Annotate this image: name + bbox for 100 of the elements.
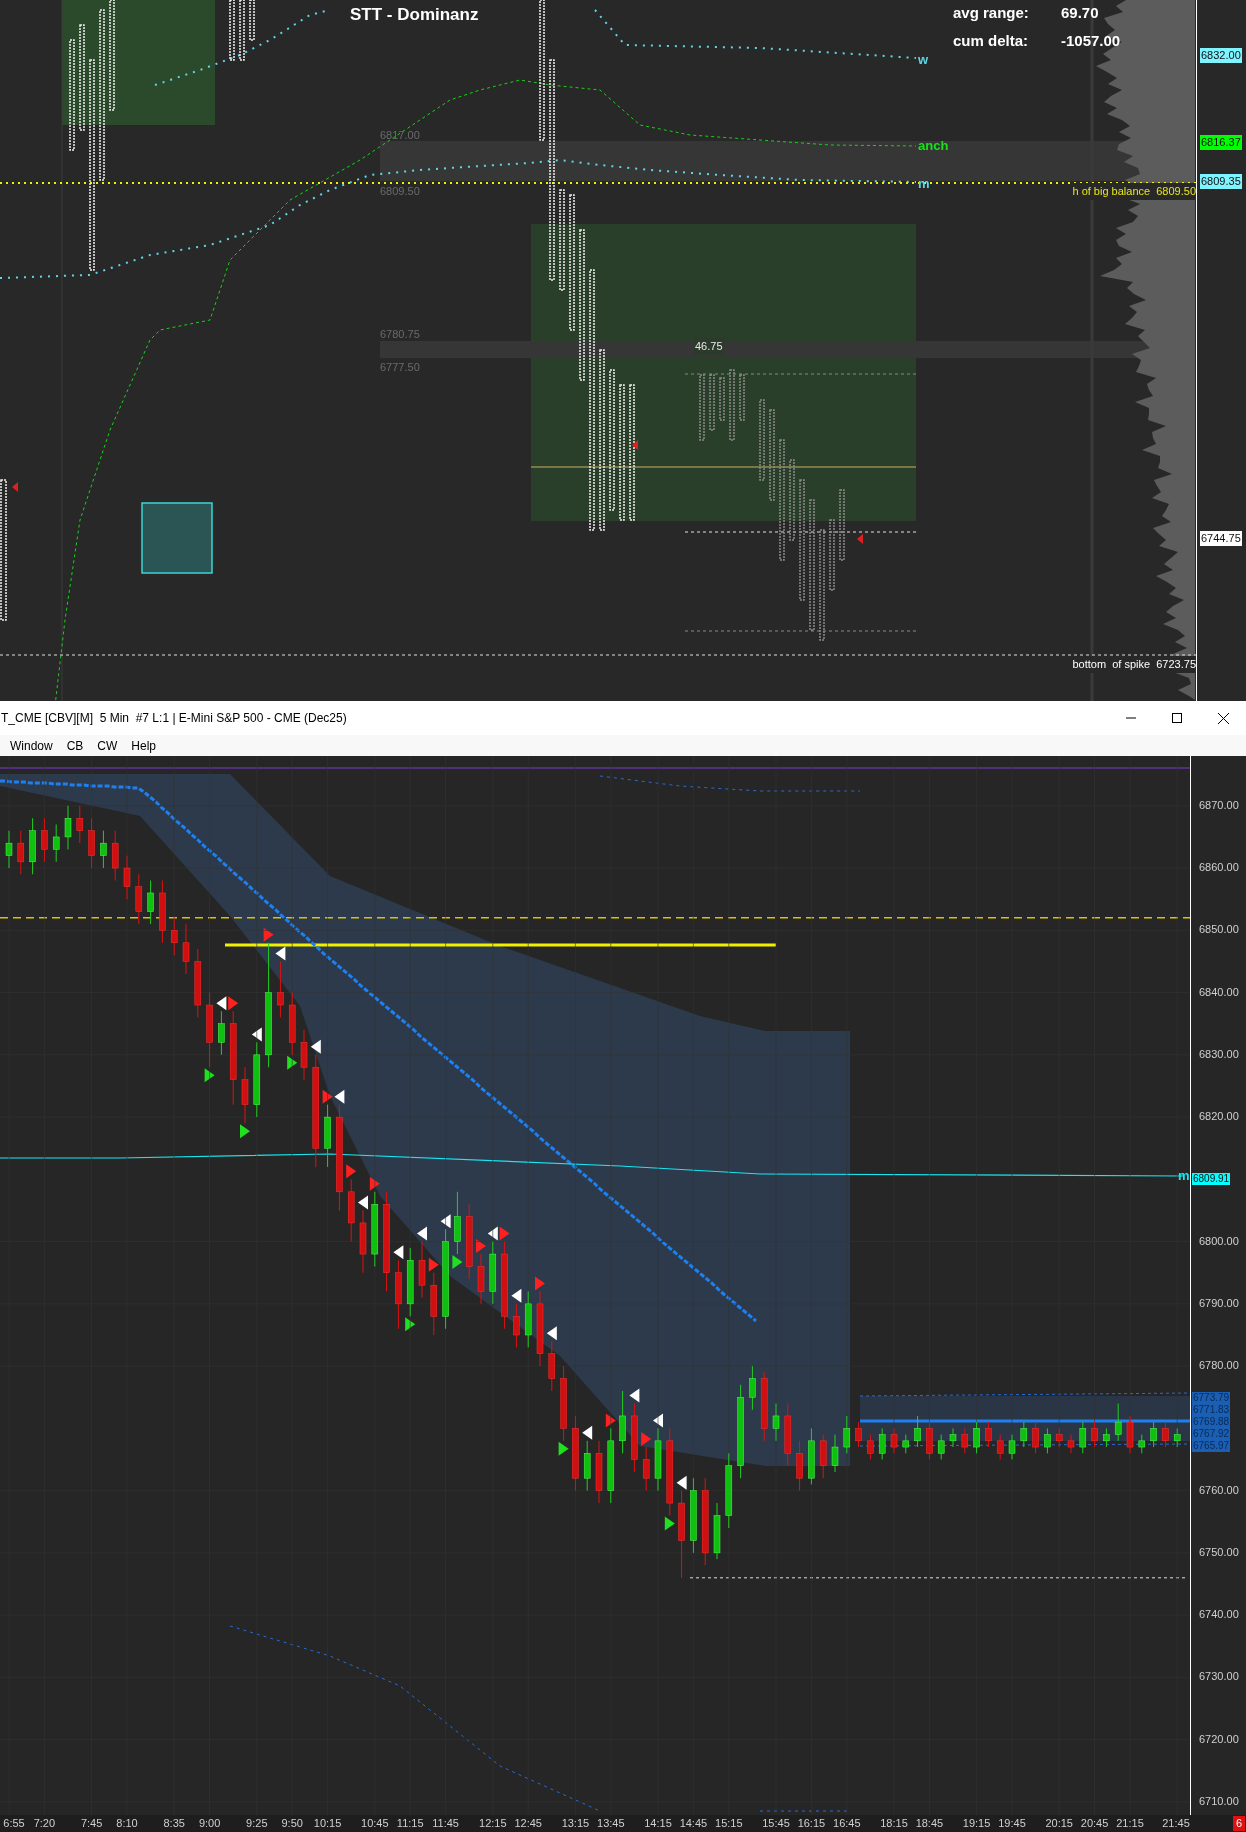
candlestick <box>1114 1402 1122 1442</box>
signal-arrow <box>405 1317 416 1332</box>
signal-arrow <box>664 1516 675 1531</box>
line-label: w <box>918 51 929 69</box>
stat-value: 69.70 <box>1061 3 1099 23</box>
menu-item[interactable]: CB <box>61 736 89 755</box>
candlestick <box>843 1415 851 1454</box>
candlestick <box>218 1010 225 1056</box>
time-label: 6:55 <box>3 1816 25 1831</box>
price-tag: 6809.35 <box>1200 174 1242 189</box>
candlestick <box>772 1402 780 1442</box>
axis-label: 6740.00 <box>1199 1608 1239 1622</box>
time-label: 19:15 <box>962 1816 991 1831</box>
candlestick <box>76 805 84 844</box>
time-label: 14:15 <box>644 1816 672 1831</box>
signal-arrow <box>511 1288 522 1303</box>
price-tag: 6832.00 <box>1200 48 1242 63</box>
menu-item[interactable]: Window <box>5 736 58 755</box>
candlestick <box>749 1365 756 1411</box>
candlestick <box>642 1446 650 1492</box>
signal-arrow <box>346 1164 357 1179</box>
candlestick <box>123 855 131 900</box>
close-icon <box>1217 712 1229 724</box>
candlestick <box>1044 1427 1051 1454</box>
candlestick <box>170 917 178 956</box>
tpo-column <box>829 519 835 591</box>
signal-arrow <box>499 1226 510 1241</box>
candlestick <box>867 1434 874 1461</box>
candlestick <box>949 1427 957 1448</box>
time-label: 13:15 <box>561 1816 590 1831</box>
menu-item[interactable]: CW <box>92 736 123 755</box>
axis-label: 6720.00 <box>1199 1732 1239 1746</box>
signal-arrow <box>334 1089 345 1104</box>
candlestick <box>1020 1421 1028 1448</box>
candlestick <box>973 1421 980 1454</box>
axis-label: 6840.00 <box>1199 985 1239 999</box>
menu-item[interactable]: Help <box>126 736 162 755</box>
line-label: m <box>918 175 930 193</box>
axis-label: 6750.00 <box>1199 1545 1239 1559</box>
time-label: 10:45 <box>361 1816 389 1831</box>
triangle-marker <box>12 482 18 492</box>
time-label: 13:45 <box>597 1816 625 1831</box>
candlestick <box>100 830 107 869</box>
candlestick <box>5 830 13 869</box>
axis-label: 6730.00 <box>1199 1670 1239 1684</box>
line-label: anch <box>918 137 949 155</box>
candlestick <box>1008 1434 1016 1461</box>
tpo-column <box>739 374 745 421</box>
tpo-column <box>249 0 255 41</box>
time-label: 7:45 <box>80 1816 103 1831</box>
level-label: 6780.75 <box>380 327 420 342</box>
tpo-column <box>709 374 715 431</box>
signal-arrow <box>546 1326 557 1341</box>
time-label: 18:15 <box>880 1816 908 1831</box>
candlestick <box>878 1427 886 1461</box>
time-label: 19:45 <box>998 1816 1026 1831</box>
signal-arrow <box>263 927 274 942</box>
annotation-label: bottom of spike 6723.75 <box>1072 656 1196 673</box>
signal-arrow <box>417 1226 427 1241</box>
signal-arrow <box>393 1245 404 1260</box>
alert-badge: 6 <box>1232 1816 1245 1831</box>
axis-label: 6850.00 <box>1199 923 1239 937</box>
axis-label: 6790.00 <box>1199 1296 1239 1310</box>
candlestick <box>1173 1427 1181 1448</box>
triangle-marker <box>857 534 863 544</box>
signal-arrow <box>428 1257 439 1272</box>
axis-label: 6860.00 <box>1199 861 1239 875</box>
candlestick <box>64 805 72 850</box>
candlestick <box>147 880 154 925</box>
window-title: T_CME [CBV][M] 5 Min #7 L:1 | E-Mini S&P 500 - CME (Dec25) <box>0 710 348 727</box>
level-label: 6809.50 <box>380 184 420 199</box>
time-label: 21:15 <box>1116 1816 1144 1831</box>
time-label: 9:25 <box>246 1816 268 1831</box>
signal-arrow <box>676 1475 687 1490</box>
axis-label: 6710.00 <box>1199 1794 1239 1808</box>
range-label: 46.75 <box>694 338 724 355</box>
signal-arrow <box>452 1255 463 1270</box>
maximize-icon <box>1172 713 1182 723</box>
signal-arrow <box>369 1176 380 1191</box>
signal-arrow <box>275 946 286 961</box>
candlestick <box>985 1421 992 1448</box>
triangle-marker <box>632 440 638 450</box>
signal-arrow <box>216 996 227 1011</box>
signal-arrow <box>487 1226 498 1241</box>
time-label: 9:50 <box>281 1816 303 1831</box>
candlestick <box>17 830 25 875</box>
time-label: 10:15 <box>313 1816 342 1831</box>
price-tag: 6769.88 <box>1192 1416 1231 1428</box>
stat-label: cum delta: <box>953 31 1028 51</box>
axis-label: 6820.00 <box>1199 1110 1239 1124</box>
signal-arrow <box>251 1027 262 1042</box>
chart-title: STT - Dominanz <box>350 4 479 26</box>
signal-arrow <box>641 1432 652 1447</box>
signal-arrow <box>605 1413 616 1428</box>
candlestick <box>182 923 190 975</box>
time-label: 16:15 <box>797 1816 826 1831</box>
signal-arrow <box>204 1068 215 1083</box>
signal-arrow <box>476 1239 486 1254</box>
signal-arrow <box>240 1124 250 1139</box>
tpo-column <box>839 489 845 561</box>
